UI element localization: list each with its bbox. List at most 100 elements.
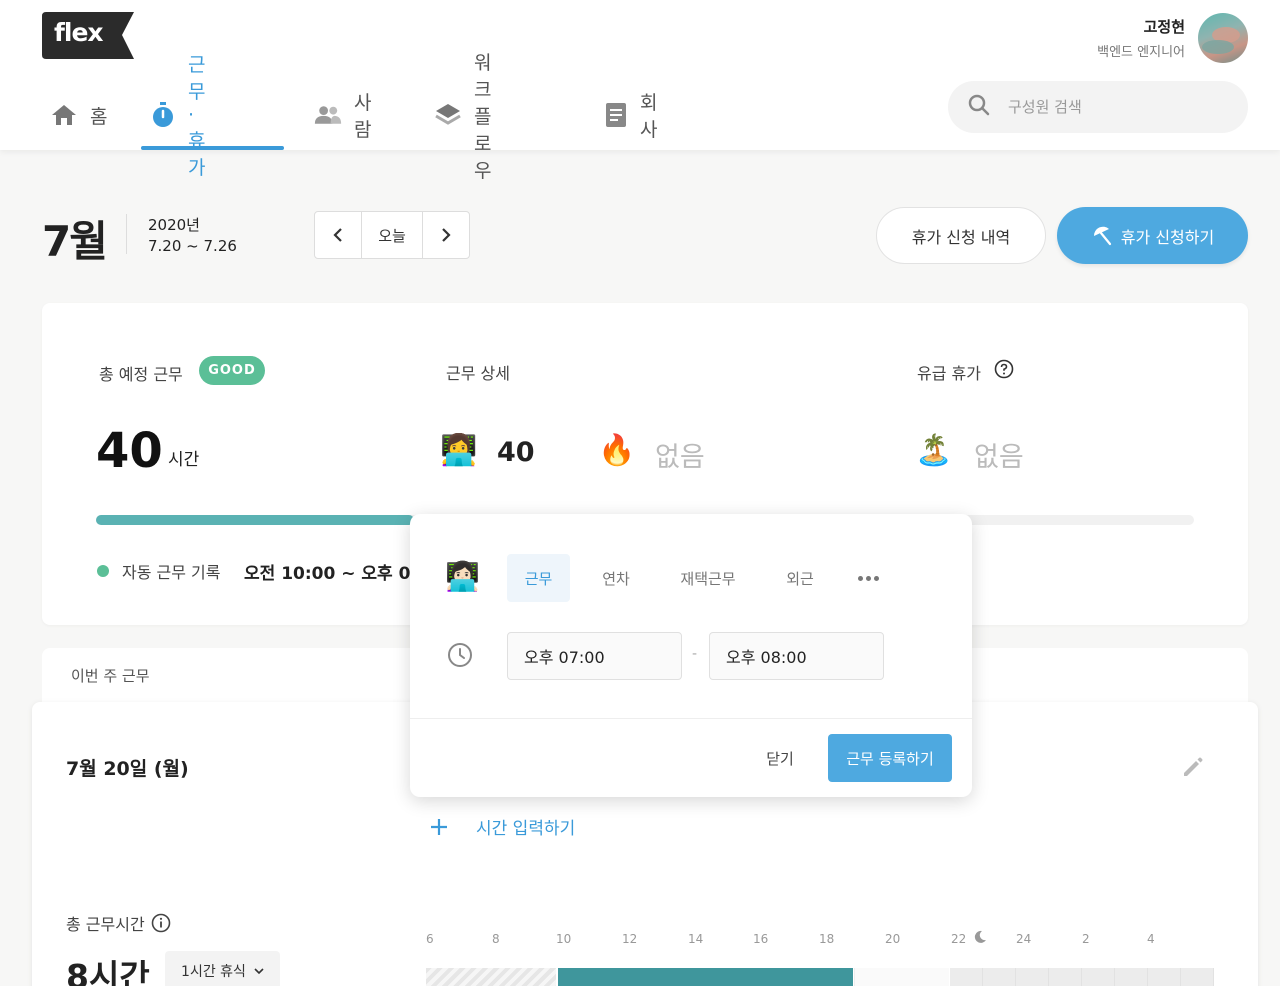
nav-company-label: 회사 (640, 92, 658, 141)
register-work-button[interactable]: 근무 등록하기 (828, 734, 952, 782)
nav-home-label: 홈 (90, 105, 108, 128)
stopwatch-icon (150, 101, 176, 129)
auto-record-time: 오전 10:00 ~ 오후 07: (244, 564, 410, 584)
flex-logo[interactable]: flex (42, 12, 134, 59)
type-tab-remote[interactable]: 재택근무 (666, 554, 750, 602)
day-title: 7월 20일 (월) (66, 758, 189, 780)
nav-home[interactable]: 홈 (50, 80, 107, 150)
top-header: flex 고정현 백엔드 엔지니어 홈 근무 · 휴가 사람 워크플로우 회사 … (0, 0, 1280, 182)
tick-label: 16 (753, 932, 769, 946)
total-work-label: 총 근무시간 (66, 911, 171, 935)
close-button[interactable]: 닫기 (750, 734, 810, 782)
search-icon (968, 94, 990, 120)
plus-icon (431, 818, 447, 835)
progress-fill (96, 515, 415, 525)
tick-label: 4 (1147, 932, 1155, 946)
week-pager: 오늘 (314, 211, 470, 259)
more-dot (874, 575, 879, 581)
worker-emoji-icon: 👩🏻‍💻 (445, 560, 480, 593)
status-badge: GOOD (199, 356, 265, 385)
work-entry-popup: 👩🏻‍💻 근무 연차 재택근무 외근 - 닫기 근무 등록하기 (410, 514, 972, 797)
nav-workflow[interactable]: 워크플로우 (434, 52, 491, 182)
avatar-image (1202, 27, 1240, 54)
status-dot (97, 565, 109, 577)
day-timeline[interactable] (426, 968, 1214, 986)
user-name: 고정현 (1143, 18, 1185, 36)
break-dropdown[interactable]: 1시간 휴식 (165, 951, 280, 986)
pencil-icon[interactable] (1180, 754, 1206, 780)
tick-label: 2 (1082, 932, 1090, 946)
timeline-evening (854, 968, 949, 986)
nav-company[interactable]: 회사 (604, 80, 661, 150)
layers-icon (434, 101, 462, 129)
search-input[interactable] (1008, 98, 1228, 116)
month-title: 7월 (42, 217, 108, 266)
umbrella-icon (1093, 226, 1111, 245)
tick-label: 8 (492, 932, 500, 946)
type-tab-work[interactable]: 근무 (507, 554, 570, 602)
total-scheduled-label: 총 예정 근무 (99, 365, 183, 384)
fire-icon: 🔥 (598, 433, 636, 468)
tick-label: 20 (885, 932, 901, 946)
timeline-work-block[interactable] (558, 968, 853, 986)
moon-icon (974, 930, 986, 943)
chevron-right-icon (442, 228, 451, 242)
clock-icon (448, 643, 472, 667)
total-hours-unit: 시간 (168, 450, 200, 470)
timeline-ticks: 6 8 10 12 14 16 18 20 22 24 2 4 (426, 930, 1216, 950)
timeline-night (950, 968, 1214, 986)
paid-leave-label: 유급 휴가 (917, 364, 981, 383)
popup-divider (410, 718, 972, 719)
year-label: 2020년 (148, 216, 200, 234)
paid-leave-value: 없음 (974, 442, 1024, 473)
today-button[interactable]: 오늘 (361, 212, 423, 258)
month-divider (126, 214, 127, 254)
total-work-value: 8시간 (66, 957, 150, 986)
nav-workflow-label: 워크플로우 (474, 51, 492, 182)
add-time-label: 시간 입력하기 (476, 819, 576, 839)
nav-people-label: 사람 (354, 92, 372, 141)
worker-emoji-icon: 👩‍💻 (440, 433, 478, 468)
info-icon[interactable] (151, 913, 171, 933)
logo-text: flex (54, 18, 104, 47)
type-tab-field[interactable]: 외근 (770, 554, 830, 602)
avatar[interactable] (1198, 13, 1248, 63)
nav-work-leave-label: 근무 · 휴가 (188, 54, 206, 179)
help-icon[interactable] (994, 359, 1014, 379)
chevron-down-icon (254, 968, 264, 975)
total-hours-value: 40 (96, 423, 163, 479)
end-time-field[interactable] (709, 632, 884, 680)
start-time-field[interactable] (507, 632, 682, 680)
more-dot (866, 575, 871, 581)
prev-week-button[interactable] (315, 212, 361, 258)
beach-icon: 🏝️ (915, 433, 953, 468)
tick-label: 6 (426, 932, 434, 946)
type-tab-annual-leave[interactable]: 연차 (586, 554, 646, 602)
tick-label: 14 (688, 932, 704, 946)
auto-record-label: 자동 근무 기록 (122, 563, 221, 582)
week-range: 7.20 ~ 7.26 (148, 237, 237, 255)
nav-work-leave[interactable]: 근무 · 휴가 (150, 54, 207, 179)
time-range-dash: - (692, 646, 698, 662)
work-detail-value: 40 (497, 437, 535, 468)
add-time-button[interactable]: 시간 입력하기 (428, 814, 575, 839)
more-types-button[interactable] (858, 568, 884, 588)
tick-label: 22 (951, 932, 967, 946)
chevron-left-icon (333, 228, 342, 242)
this-week-label: 이번 주 근무 (71, 667, 150, 685)
more-dot (858, 575, 863, 581)
nav-people[interactable]: 사람 (314, 80, 371, 150)
tick-label: 18 (819, 932, 835, 946)
leave-history-button[interactable]: 휴가 신청 내역 (876, 207, 1046, 264)
break-label: 1시간 휴식 (181, 964, 246, 980)
tick-label: 12 (622, 932, 638, 946)
nav-active-indicator (141, 146, 284, 150)
overtime-value: 없음 (655, 442, 705, 473)
total-work-label-text: 총 근무시간 (66, 915, 145, 934)
search-box[interactable] (948, 81, 1248, 133)
user-role: 백엔드 엔지니어 (1097, 45, 1185, 60)
home-icon (50, 101, 78, 129)
apply-leave-label: 휴가 신청하기 (1120, 227, 1215, 247)
apply-leave-button[interactable]: 휴가 신청하기 (1057, 207, 1248, 264)
next-week-button[interactable] (423, 212, 469, 258)
